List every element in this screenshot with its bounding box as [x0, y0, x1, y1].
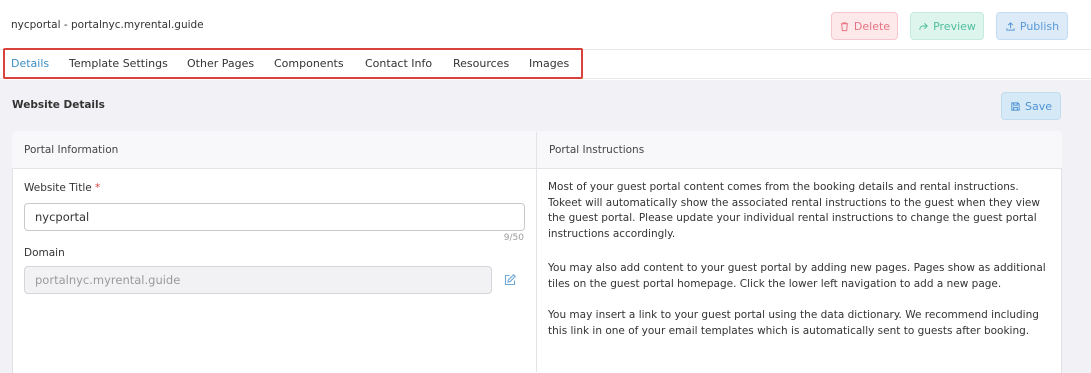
- tab-details[interactable]: Details: [11, 57, 49, 70]
- website-title-input[interactable]: nycportal: [24, 203, 525, 231]
- delete-button-label: Delete: [853, 19, 891, 33]
- edit-icon[interactable]: [503, 273, 517, 287]
- delete-button[interactable]: Delete: [831, 12, 898, 40]
- tab-other-pages[interactable]: Other Pages: [187, 57, 254, 70]
- instruction-paragraph-2: You may also add content to your guest p…: [548, 262, 1046, 290]
- save-button-label: Save: [1024, 99, 1052, 113]
- publish-button-label: Publish: [1019, 19, 1060, 33]
- tab-images[interactable]: Images: [529, 57, 569, 70]
- portal-information-header: Portal Information: [24, 144, 119, 156]
- instruction-paragraph-3: You may insert a link to your guest port…: [548, 309, 1039, 337]
- tab-components[interactable]: Components: [274, 57, 344, 70]
- share-icon: [919, 22, 928, 30]
- publish-button[interactable]: Publish: [996, 12, 1068, 40]
- character-counter: 9/50: [503, 233, 524, 243]
- website-title-label: Website Title *: [24, 182, 100, 194]
- preview-button-label: Preview: [933, 19, 976, 33]
- domain-label: Domain: [24, 247, 65, 259]
- website-title-value: nycportal: [35, 210, 90, 224]
- instruction-paragraph-1: Most of your guest portal content comes …: [548, 181, 1040, 240]
- domain-input: portalnyc.myrental.guide: [24, 266, 492, 294]
- save-button[interactable]: Save: [1001, 92, 1061, 120]
- trash-icon: [840, 21, 849, 31]
- page-title: nycportal - portalnyc.myrental.guide: [11, 19, 204, 31]
- preview-button[interactable]: Preview: [910, 12, 984, 40]
- card-header: [12, 131, 1062, 169]
- tab-template-settings[interactable]: Template Settings: [69, 57, 168, 70]
- tab-contact-info[interactable]: Contact Info: [365, 57, 432, 70]
- tab-resources[interactable]: Resources: [453, 57, 509, 70]
- required-asterisk: *: [95, 182, 101, 194]
- domain-value: portalnyc.myrental.guide: [35, 273, 181, 287]
- card-divider: [536, 132, 537, 372]
- save-icon: [1011, 101, 1020, 111]
- portal-instructions-header: Portal Instructions: [549, 144, 645, 156]
- section-title: Website Details: [12, 99, 105, 111]
- website-title-label-text: Website Title: [24, 182, 92, 194]
- upload-icon: [1006, 21, 1015, 31]
